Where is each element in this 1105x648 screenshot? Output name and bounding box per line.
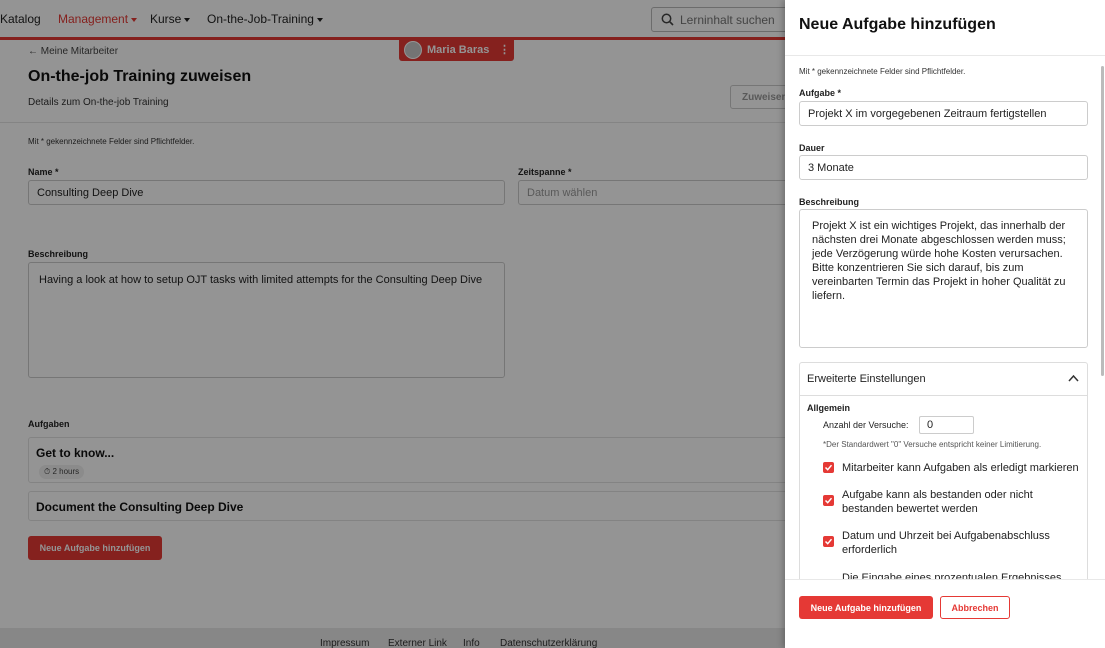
task-name-input[interactable] bbox=[799, 101, 1088, 126]
drawer-required-note: Mit * gekennzeichnete Felder sind Pflich… bbox=[799, 67, 966, 76]
chevron-up-icon bbox=[1068, 374, 1079, 382]
checkmark-icon bbox=[824, 497, 833, 504]
drawer-title: Neue Aufgabe hinzufügen bbox=[799, 16, 996, 33]
option-label: Datum und Uhrzeit bei Aufgabenabschluss … bbox=[842, 530, 1050, 556]
checkbox-checked[interactable] bbox=[823, 462, 834, 473]
checkmark-icon bbox=[824, 538, 833, 545]
modal-backdrop[interactable] bbox=[0, 0, 785, 648]
duration-input[interactable] bbox=[799, 155, 1088, 180]
cancel-button[interactable]: Abbrechen bbox=[940, 596, 1010, 619]
general-section-title: Allgemein bbox=[807, 403, 851, 413]
advanced-settings-toggle[interactable]: Erweiterte Einstellungen bbox=[800, 363, 1087, 396]
drawer-scrollbar[interactable] bbox=[1101, 58, 1104, 574]
duration-label: Dauer bbox=[799, 143, 825, 153]
submit-task-button[interactable]: Neue Aufgabe hinzufügen bbox=[799, 596, 933, 619]
attempts-label: Anzahl der Versuche: bbox=[823, 420, 909, 430]
option-label: Die Eingabe eines prozentualen Ergebniss… bbox=[842, 572, 1062, 580]
option-label: Aufgabe kann als bestanden oder nicht be… bbox=[842, 489, 1033, 515]
checkmark-icon bbox=[824, 464, 833, 471]
advanced-settings-title: Erweiterte Einstellungen bbox=[807, 373, 926, 385]
task-description-textarea[interactable]: Projekt X ist ein wichtiges Projekt, das… bbox=[799, 209, 1088, 348]
add-task-drawer: Neue Aufgabe hinzufügen Mit * gekennzeic… bbox=[785, 0, 1105, 648]
drawer-body: Mit * gekennzeichnete Felder sind Pflich… bbox=[785, 55, 1105, 580]
task-name-label: Aufgabe * bbox=[799, 88, 842, 98]
attempts-hint: *Der Standardwert "0" Versuche entsprich… bbox=[823, 440, 1042, 449]
scrollbar-thumb[interactable] bbox=[1101, 66, 1104, 376]
task-description-label: Beschreibung bbox=[799, 197, 860, 207]
attempts-input[interactable] bbox=[919, 416, 974, 434]
option-label: Mitarbeiter kann Aufgaben als erledigt m… bbox=[842, 462, 1079, 474]
drawer-footer: Neue Aufgabe hinzufügen Abbrechen bbox=[785, 580, 1105, 648]
advanced-settings-panel: Erweiterte Einstellungen Allgemein Anzah… bbox=[799, 362, 1088, 580]
checkbox-checked[interactable] bbox=[823, 495, 834, 506]
checkbox-checked[interactable] bbox=[823, 536, 834, 547]
